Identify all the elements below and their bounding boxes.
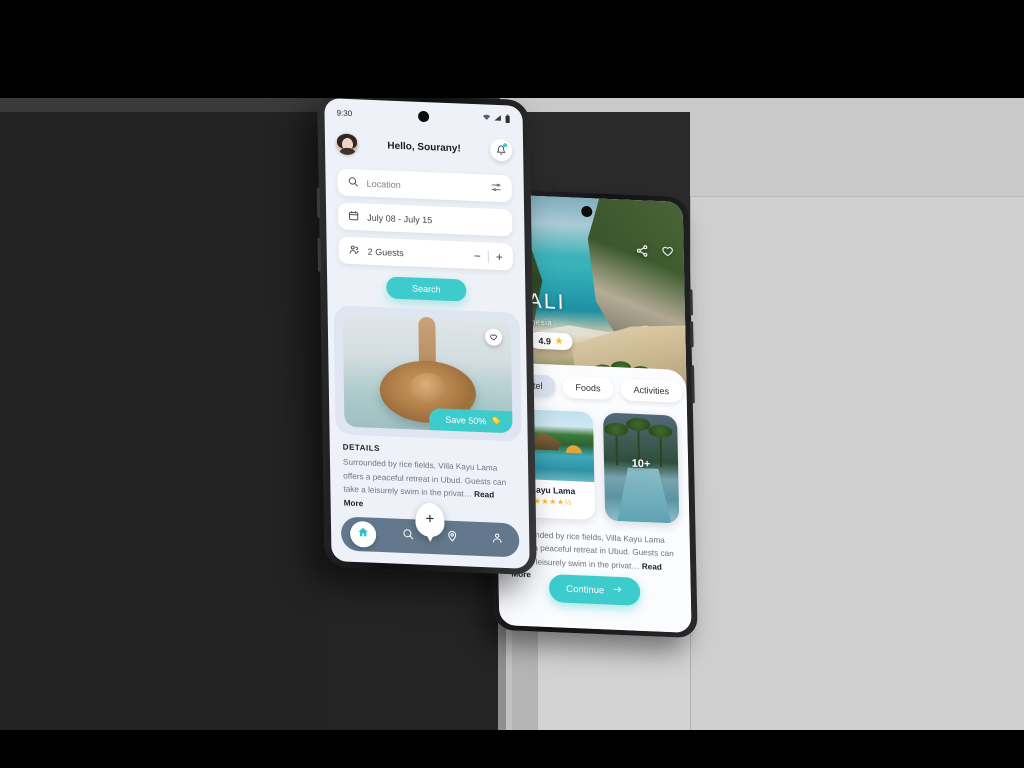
promo-card-container: Save 50% xyxy=(333,305,522,442)
villa-umbrella xyxy=(565,444,582,454)
plus-icon xyxy=(424,511,435,529)
pool-water xyxy=(616,467,671,523)
front-phone-screen: 9:30 Hello, Sourany! Location July 08 - … xyxy=(324,98,530,569)
pool-palm-1 xyxy=(615,431,619,466)
camera-punch-hole xyxy=(418,110,430,123)
front-phone-mockup: 9:30 Hello, Sourany! Location July 08 - … xyxy=(316,91,537,576)
date-range-value: July 08 - July 15 xyxy=(367,212,433,225)
person-icon xyxy=(491,530,503,548)
camera-punch-hole xyxy=(581,205,593,218)
scene-stage: BALI Indonesia 4.9 ★ Hotel Foods Activit… xyxy=(0,0,1024,768)
wifi-icon xyxy=(482,113,491,123)
promo-card[interactable]: Save 50% xyxy=(342,313,513,434)
guests-field[interactable]: 2 Guests − + xyxy=(338,236,514,271)
search-button[interactable]: Search xyxy=(386,276,467,302)
calendar-icon xyxy=(348,210,359,223)
status-icons xyxy=(482,113,511,125)
continue-label: Continue xyxy=(566,583,605,596)
letterbox-top xyxy=(0,0,1024,98)
heart-outline-icon xyxy=(489,329,498,344)
location-field[interactable]: Location xyxy=(337,168,512,203)
discount-badge: Save 50% xyxy=(429,408,513,434)
battery-icon xyxy=(505,113,511,125)
volume-rocker-button[interactable] xyxy=(316,187,321,218)
home-icon xyxy=(357,525,369,543)
discount-label: Save 50% xyxy=(445,414,487,427)
app-header: Hello, Sourany! xyxy=(325,126,524,168)
letterbox-bottom xyxy=(0,730,1024,768)
guests-icon xyxy=(349,244,360,257)
pool-gallery-card[interactable]: 10+ xyxy=(602,412,680,524)
arrow-right-icon xyxy=(612,585,623,597)
hero-action-buttons xyxy=(635,244,674,264)
nav-item-profile[interactable] xyxy=(484,526,510,553)
volume-up-button[interactable] xyxy=(689,289,693,316)
tab-activities[interactable]: Activities xyxy=(620,378,683,403)
filter-sliders-icon[interactable] xyxy=(491,182,502,195)
signal-icon xyxy=(494,114,502,124)
stepper-divider xyxy=(487,250,489,263)
notification-badge-dot xyxy=(503,143,508,148)
tab-foods[interactable]: Foods xyxy=(562,375,614,400)
guests-increment-button[interactable]: + xyxy=(496,249,503,263)
notification-bell-button[interactable] xyxy=(489,138,513,162)
volume-down-button[interactable] xyxy=(690,321,694,348)
rating-value: 4.9 xyxy=(538,335,552,346)
search-icon xyxy=(402,527,414,545)
date-range-field[interactable]: July 08 - July 15 xyxy=(337,202,513,237)
rating-badge: 4.9 ★ xyxy=(529,331,573,351)
pool-palm-3 xyxy=(659,432,663,467)
nav-item-home[interactable] xyxy=(350,520,377,548)
map-pin-icon xyxy=(446,529,458,547)
background-light-inner-panel xyxy=(690,196,1024,730)
status-time: 9:30 xyxy=(336,108,353,118)
promo-favorite-button[interactable] xyxy=(484,328,503,347)
guests-decrement-button[interactable]: − xyxy=(474,248,481,262)
price-tag-icon xyxy=(491,416,501,428)
details-heading: DETAILS xyxy=(342,442,381,454)
avatar[interactable] xyxy=(335,132,359,156)
share-icon[interactable] xyxy=(635,244,648,263)
pool-palm-2 xyxy=(637,425,640,461)
guests-stepper: − + xyxy=(474,248,503,263)
search-icon xyxy=(348,176,359,189)
photo-count-badge: 10+ xyxy=(631,457,651,471)
star-icon: ★ xyxy=(554,335,564,346)
avatar-shoulder xyxy=(339,147,357,156)
location-input[interactable]: Location xyxy=(367,178,483,193)
continue-button[interactable]: Continue xyxy=(548,574,641,606)
heart-outline-icon[interactable] xyxy=(660,245,674,264)
side-power-button[interactable] xyxy=(317,237,322,272)
greeting-text: Hello, Sourany! xyxy=(387,140,461,154)
background-dark-panel xyxy=(0,112,326,730)
guests-value: 2 Guests xyxy=(367,246,404,258)
